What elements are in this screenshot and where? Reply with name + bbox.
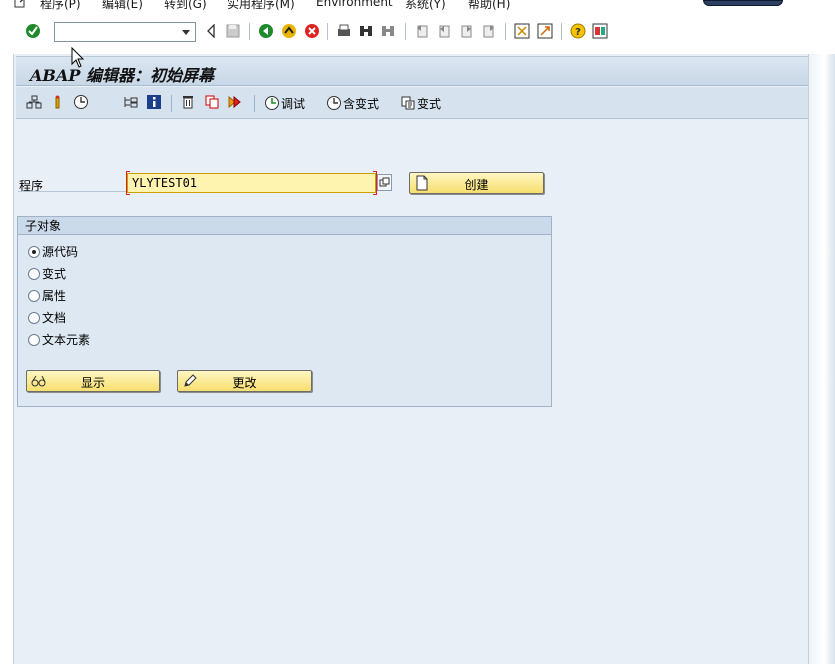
radio-label: 文本元素: [42, 333, 91, 347]
program-name-field[interactable]: YLYTEST01: [127, 173, 376, 193]
change-button[interactable]: 更改: [177, 370, 312, 392]
variant-button[interactable]: 变式: [400, 94, 441, 112]
help-icon[interactable]: ?: [570, 23, 586, 39]
debug-button[interactable]: 调试: [264, 94, 305, 112]
radio-label: 文档: [42, 311, 67, 325]
copy-icon[interactable]: [204, 94, 220, 110]
required-marker-left: [126, 171, 130, 195]
layout-menu-icon[interactable]: [592, 23, 608, 39]
last-page-icon[interactable]: [481, 23, 497, 39]
back-icon[interactable]: [258, 23, 274, 39]
find-next-icon[interactable]: [380, 23, 396, 39]
radio-variants[interactable]: 变式: [28, 265, 66, 282]
object-list-icon[interactable]: [26, 94, 42, 110]
label-underline: [18, 191, 126, 192]
menu-help[interactable]: 帮助(H): [468, 0, 510, 12]
shortcut-icon[interactable]: [537, 23, 553, 39]
subobjects-group-title: 子对象: [18, 217, 551, 235]
radio-label: 源代码: [42, 245, 79, 259]
svg-text:?: ?: [575, 27, 581, 38]
application-toolbar: 调试 含变式 变式: [16, 87, 808, 119]
radio-button[interactable]: [28, 267, 40, 280]
page-title: ABAP 编辑器：初始屏幕: [30, 66, 214, 85]
value-help-icon[interactable]: [377, 174, 392, 191]
execute-with-variant-icon: [327, 96, 341, 110]
radio-button[interactable]: [28, 333, 40, 346]
radio-button[interactable]: [28, 311, 40, 324]
toolbar-divider: [171, 95, 172, 112]
print-icon[interactable]: [336, 23, 352, 39]
change-button-label: 更改: [232, 376, 257, 390]
title-bar: ABAP 编辑器：初始屏幕: [16, 56, 808, 86]
menu-program[interactable]: 程序(P): [40, 0, 81, 12]
activate-icon[interactable]: [50, 94, 66, 110]
variant-label: 变式: [417, 96, 442, 111]
menu-utilities[interactable]: 实用程序(M): [227, 0, 295, 12]
radio-label: 变式: [42, 267, 67, 281]
window-edge: [809, 54, 835, 664]
create-button-label: 创建: [464, 178, 489, 192]
execute-icon[interactable]: [73, 94, 89, 110]
standard-toolbar: ?: [0, 16, 835, 48]
where-used-icon[interactable]: [123, 94, 139, 110]
toolbar-divider: [327, 23, 328, 40]
menu-goto[interactable]: 转到(G): [164, 0, 207, 12]
screen-menu-icon[interactable]: [14, 0, 28, 8]
delete-icon[interactable]: [180, 94, 196, 110]
radio-text-elements[interactable]: 文本元素: [28, 331, 90, 348]
sap-logo: [703, 0, 783, 6]
new-session-icon[interactable]: [514, 23, 530, 39]
menu-environment[interactable]: Environment: [316, 0, 393, 9]
debug-icon: [265, 96, 279, 110]
chevron-down-icon[interactable]: [177, 23, 195, 41]
command-input[interactable]: [55, 23, 175, 41]
display-button[interactable]: 显示: [26, 370, 160, 392]
mouse-cursor-icon: [71, 47, 85, 68]
first-page-icon[interactable]: [414, 23, 430, 39]
menu-bar: 程序(P) 编辑(E) 转到(G) 实用程序(M) Environment 系统…: [0, 0, 835, 12]
toolbar-divider: [405, 23, 406, 40]
display-button-label: 显示: [80, 376, 105, 390]
create-button[interactable]: 创建: [409, 172, 544, 194]
with-variant-button[interactable]: 含变式: [326, 94, 379, 112]
radio-documentation[interactable]: 文档: [28, 309, 66, 326]
find-icon[interactable]: [358, 23, 374, 39]
menu-edit[interactable]: 编辑(E): [102, 0, 143, 12]
toolbar-divider: [561, 23, 562, 40]
with-variant-label: 含变式: [343, 96, 380, 111]
enter-check-icon[interactable]: [25, 23, 41, 39]
toolbar-divider: [505, 23, 506, 40]
radio-button[interactable]: [28, 289, 40, 302]
save-icon[interactable]: [225, 23, 241, 39]
next-page-icon[interactable]: [459, 23, 475, 39]
rename-icon[interactable]: [227, 94, 243, 110]
radio-source-code[interactable]: 源代码: [28, 243, 78, 260]
menu-system[interactable]: 系统(Y): [405, 0, 446, 12]
command-field[interactable]: [54, 22, 196, 42]
previous-page-icon[interactable]: [436, 23, 452, 39]
toolbar-divider: [254, 95, 255, 112]
collapse-left-icon[interactable]: [203, 23, 219, 39]
variants-icon: [401, 96, 415, 110]
toolbar-divider: [249, 23, 250, 40]
radio-attributes[interactable]: 属性: [28, 287, 66, 304]
radio-label: 属性: [42, 289, 67, 303]
subobjects-group: 子对象 源代码 变式 属性 文档 文本元素 显示 更改: [17, 216, 552, 407]
exit-icon[interactable]: [281, 23, 297, 39]
info-icon[interactable]: [146, 94, 162, 110]
debug-label: 调试: [281, 96, 306, 111]
radio-button-selected[interactable]: [28, 245, 40, 258]
cancel-icon[interactable]: [304, 23, 320, 39]
